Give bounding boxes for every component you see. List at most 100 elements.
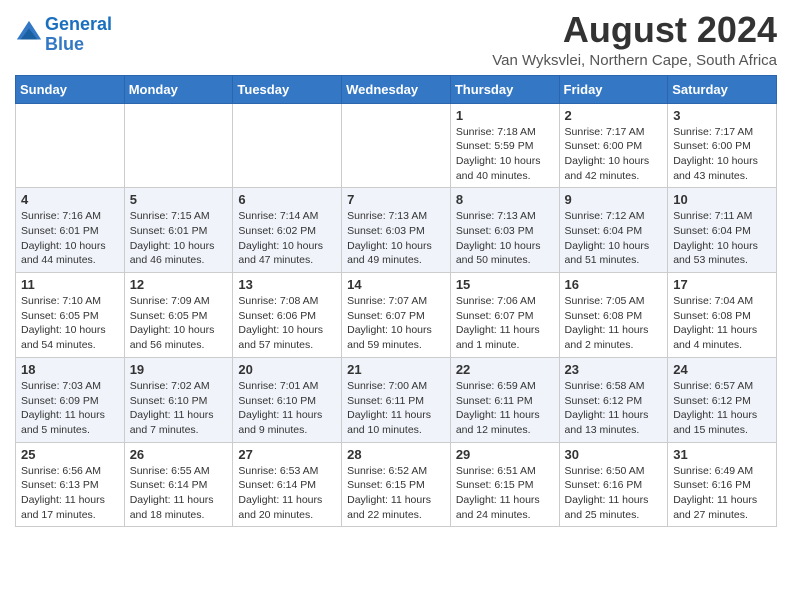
calendar-cell: 16 Sunrise: 7:05 AMSunset: 6:08 PMDayligh… <box>559 273 668 358</box>
day-info: Sunrise: 7:11 AMSunset: 6:04 PMDaylight:… <box>673 209 771 268</box>
day-info: Sunrise: 6:49 AMSunset: 6:16 PMDaylight:… <box>673 464 771 523</box>
weekday-header-friday: Friday <box>559 75 668 103</box>
day-number: 8 <box>456 192 554 207</box>
day-number: 22 <box>456 362 554 377</box>
calendar-cell: 30 Sunrise: 6:50 AMSunset: 6:16 PMDayligh… <box>559 442 668 527</box>
day-info: Sunrise: 7:04 AMSunset: 6:08 PMDaylight:… <box>673 294 771 353</box>
day-number: 19 <box>130 362 228 377</box>
day-info: Sunrise: 7:02 AMSunset: 6:10 PMDaylight:… <box>130 379 228 438</box>
logo-icon <box>15 19 43 47</box>
day-number: 23 <box>565 362 663 377</box>
calendar-cell: 24 Sunrise: 6:57 AMSunset: 6:12 PMDayligh… <box>668 357 777 442</box>
day-number: 12 <box>130 277 228 292</box>
calendar-cell: 4Sunrise: 7:16 AMSunset: 6:01 PMDaylight… <box>16 188 125 273</box>
day-info: Sunrise: 6:59 AMSunset: 6:11 PMDaylight:… <box>456 379 554 438</box>
day-info: Sunrise: 7:01 AMSunset: 6:10 PMDaylight:… <box>238 379 336 438</box>
calendar-cell: 25 Sunrise: 6:56 AMSunset: 6:13 PMDayligh… <box>16 442 125 527</box>
day-info: Sunrise: 7:17 AMSunset: 6:00 PMDaylight:… <box>673 125 771 184</box>
day-number: 29 <box>456 447 554 462</box>
calendar-cell: 27 Sunrise: 6:53 AMSunset: 6:14 PMDayligh… <box>233 442 342 527</box>
day-info: Sunrise: 7:08 AMSunset: 6:06 PMDaylight:… <box>238 294 336 353</box>
day-info: Sunrise: 7:10 AMSunset: 6:05 PMDaylight:… <box>21 294 119 353</box>
day-number: 30 <box>565 447 663 462</box>
calendar-cell: 10 Sunrise: 7:11 AMSunset: 6:04 PMDayligh… <box>668 188 777 273</box>
title-block: August 2024 Van Wyksvlei, Northern Cape,… <box>492 10 777 69</box>
day-info: Sunrise: 7:05 AMSunset: 6:08 PMDaylight:… <box>565 294 663 353</box>
calendar-cell: 2 Sunrise: 7:17 AMSunset: 6:00 PMDaylight… <box>559 103 668 188</box>
day-info: Sunrise: 6:56 AMSunset: 6:13 PMDaylight:… <box>21 464 119 523</box>
day-info: Sunrise: 7:13 AMSunset: 6:03 PMDaylight:… <box>456 209 554 268</box>
day-number: 7 <box>347 192 445 207</box>
calendar-cell: 21 Sunrise: 7:00 AMSunset: 6:11 PMDayligh… <box>342 357 451 442</box>
day-info: Sunrise: 7:16 AMSunset: 6:01 PMDaylight:… <box>21 209 119 268</box>
weekday-header-saturday: Saturday <box>668 75 777 103</box>
day-info: Sunrise: 7:06 AMSunset: 6:07 PMDaylight:… <box>456 294 554 353</box>
calendar-cell: 19 Sunrise: 7:02 AMSunset: 6:10 PMDayligh… <box>124 357 233 442</box>
calendar-cell <box>16 103 125 188</box>
day-number: 28 <box>347 447 445 462</box>
calendar-cell: 20 Sunrise: 7:01 AMSunset: 6:10 PMDayligh… <box>233 357 342 442</box>
calendar-cell: 5 Sunrise: 7:15 AMSunset: 6:01 PMDaylight… <box>124 188 233 273</box>
calendar-cell: 15 Sunrise: 7:06 AMSunset: 6:07 PMDayligh… <box>450 273 559 358</box>
day-info: Sunrise: 6:55 AMSunset: 6:14 PMDaylight:… <box>130 464 228 523</box>
day-number: 2 <box>565 108 663 123</box>
day-number: 15 <box>456 277 554 292</box>
logo: General Blue <box>15 15 112 55</box>
calendar-cell: 3 Sunrise: 7:17 AMSunset: 6:00 PMDaylight… <box>668 103 777 188</box>
calendar-cell <box>342 103 451 188</box>
day-info: Sunrise: 6:57 AMSunset: 6:12 PMDaylight:… <box>673 379 771 438</box>
day-info: Sunrise: 7:12 AMSunset: 6:04 PMDaylight:… <box>565 209 663 268</box>
day-info: Sunrise: 7:13 AMSunset: 6:03 PMDaylight:… <box>347 209 445 268</box>
day-number: 14 <box>347 277 445 292</box>
day-number: 21 <box>347 362 445 377</box>
day-info: Sunrise: 6:53 AMSunset: 6:14 PMDaylight:… <box>238 464 336 523</box>
weekday-header-sunday: Sunday <box>16 75 125 103</box>
weekday-header-wednesday: Wednesday <box>342 75 451 103</box>
day-info: Sunrise: 7:17 AMSunset: 6:00 PMDaylight:… <box>565 125 663 184</box>
day-number: 16 <box>565 277 663 292</box>
day-info: Sunrise: 6:50 AMSunset: 6:16 PMDaylight:… <box>565 464 663 523</box>
calendar-cell: 17Sunrise: 7:04 AMSunset: 6:08 PMDayligh… <box>668 273 777 358</box>
calendar-cell: 7 Sunrise: 7:13 AMSunset: 6:03 PMDaylight… <box>342 188 451 273</box>
day-number: 6 <box>238 192 336 207</box>
day-info: Sunrise: 6:51 AMSunset: 6:15 PMDaylight:… <box>456 464 554 523</box>
day-info: Sunrise: 6:58 AMSunset: 6:12 PMDaylight:… <box>565 379 663 438</box>
calendar-cell: 18 Sunrise: 7:03 AMSunset: 6:09 PMDayligh… <box>16 357 125 442</box>
calendar-cell: 31Sunrise: 6:49 AMSunset: 6:16 PMDayligh… <box>668 442 777 527</box>
day-info: Sunrise: 7:07 AMSunset: 6:07 PMDaylight:… <box>347 294 445 353</box>
day-number: 24 <box>673 362 771 377</box>
day-number: 11 <box>21 277 119 292</box>
weekday-header-tuesday: Tuesday <box>233 75 342 103</box>
day-info: Sunrise: 7:00 AMSunset: 6:11 PMDaylight:… <box>347 379 445 438</box>
day-info: Sunrise: 7:03 AMSunset: 6:09 PMDaylight:… <box>21 379 119 438</box>
calendar-table: SundayMondayTuesdayWednesdayThursdayFrid… <box>15 75 777 528</box>
calendar-cell <box>124 103 233 188</box>
day-number: 27 <box>238 447 336 462</box>
day-number: 18 <box>21 362 119 377</box>
day-info: Sunrise: 7:15 AMSunset: 6:01 PMDaylight:… <box>130 209 228 268</box>
calendar-cell: 22 Sunrise: 6:59 AMSunset: 6:11 PMDayligh… <box>450 357 559 442</box>
day-info: Sunrise: 6:52 AMSunset: 6:15 PMDaylight:… <box>347 464 445 523</box>
day-number: 5 <box>130 192 228 207</box>
calendar-cell: 1Sunrise: 7:18 AMSunset: 5:59 PMDaylight… <box>450 103 559 188</box>
day-number: 10 <box>673 192 771 207</box>
month-year: August 2024 <box>492 10 777 50</box>
day-number: 26 <box>130 447 228 462</box>
day-info: Sunrise: 7:09 AMSunset: 6:05 PMDaylight:… <box>130 294 228 353</box>
day-number: 3 <box>673 108 771 123</box>
weekday-header-thursday: Thursday <box>450 75 559 103</box>
weekday-header-monday: Monday <box>124 75 233 103</box>
day-number: 25 <box>21 447 119 462</box>
location: Van Wyksvlei, Northern Cape, South Afric… <box>492 52 777 69</box>
day-info: Sunrise: 7:18 AMSunset: 5:59 PMDaylight:… <box>456 125 554 184</box>
calendar-cell: 13Sunrise: 7:08 AMSunset: 6:06 PMDayligh… <box>233 273 342 358</box>
day-info: Sunrise: 7:14 AMSunset: 6:02 PMDaylight:… <box>238 209 336 268</box>
day-number: 20 <box>238 362 336 377</box>
page-header: General Blue August 2024 Van Wyksvlei, N… <box>15 10 777 69</box>
day-number: 9 <box>565 192 663 207</box>
calendar-cell: 12 Sunrise: 7:09 AMSunset: 6:05 PMDayligh… <box>124 273 233 358</box>
calendar-cell: 8 Sunrise: 7:13 AMSunset: 6:03 PMDaylight… <box>450 188 559 273</box>
calendar-cell: 11 Sunrise: 7:10 AMSunset: 6:05 PMDayligh… <box>16 273 125 358</box>
calendar-cell <box>233 103 342 188</box>
calendar-cell: 6 Sunrise: 7:14 AMSunset: 6:02 PMDaylight… <box>233 188 342 273</box>
